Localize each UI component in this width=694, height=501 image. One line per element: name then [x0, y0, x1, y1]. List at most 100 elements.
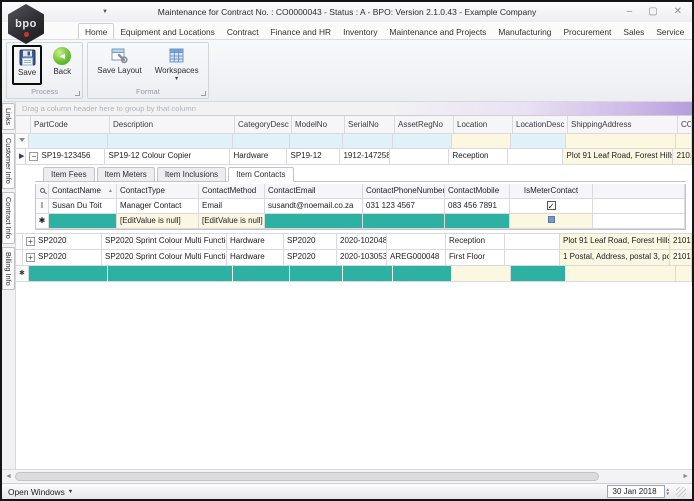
dialog-launcher-icon[interactable] — [75, 91, 80, 96]
column-header-contactname[interactable]: ContactName▲ — [49, 184, 117, 199]
ribbon-tab-reporting[interactable]: Reporting — [690, 24, 694, 39]
tab-item-contacts[interactable]: Item Contacts — [228, 167, 293, 182]
close-button[interactable]: ✕ — [674, 7, 682, 17]
ribbon-tab-manufacturing[interactable]: Manufacturing — [492, 24, 557, 39]
new-cell-partcode[interactable] — [29, 266, 108, 282]
column-header-location[interactable]: Location — [454, 116, 513, 134]
new-cell-location[interactable] — [452, 266, 511, 282]
filter-cell-modelno[interactable] — [290, 134, 343, 149]
filter-cell-categorydesc[interactable] — [233, 134, 290, 149]
tab-item-fees[interactable]: Item Fees — [43, 167, 95, 182]
new-cell-contacttype[interactable]: [EditValue is null] — [117, 214, 199, 229]
ribbon-tab-sales[interactable]: Sales — [617, 24, 650, 39]
sidebar-tab-links[interactable]: Links — [2, 103, 15, 130]
new-cell-categorydesc[interactable] — [233, 266, 290, 282]
scrollbar-track[interactable] — [15, 472, 679, 481]
group-by-panel[interactable]: Drag a column header here to group by th… — [16, 102, 692, 116]
table-row[interactable]: ▶ −SP19-123456 SP19-12 Colour Copier Har… — [16, 149, 692, 165]
new-cell-description[interactable] — [108, 266, 233, 282]
contact-row[interactable]: I Susan Du Toit Manager Contact Email su… — [36, 199, 685, 214]
new-cell-shippingaddress[interactable] — [566, 266, 676, 282]
cell-modelno: SP19-12 — [287, 149, 340, 165]
column-header-partcode[interactable]: PartCode — [31, 116, 110, 134]
subgrid-search-icon[interactable] — [36, 184, 49, 199]
header-indicator-cell — [16, 116, 31, 134]
column-header-contactemail[interactable]: ContactEmail — [265, 184, 363, 199]
filter-cell-location[interactable] — [452, 134, 511, 149]
ribbon-tab-maintenance-and-projects[interactable]: Maintenance and Projects — [384, 24, 493, 39]
save-button[interactable]: Save — [12, 45, 42, 85]
date-spinner[interactable]: ▲▼ — [666, 488, 670, 496]
new-cell-contactphonenumber[interactable] — [363, 214, 445, 229]
open-windows-dropdown-icon[interactable]: ▼ — [68, 489, 73, 495]
resize-grip[interactable] — [676, 487, 686, 497]
column-header-categorydesc[interactable]: CategoryDesc — [235, 116, 292, 134]
new-cell-contactname[interactable] — [49, 214, 117, 229]
expand-detail-icon[interactable]: + — [26, 253, 35, 262]
filter-cell-cosa[interactable] — [676, 134, 692, 149]
maximize-button[interactable]: ▢ — [648, 7, 657, 17]
column-header-contactmobile[interactable]: ContactMobile — [445, 184, 510, 199]
ribbon-tab-procurement[interactable]: Procurement — [557, 24, 617, 39]
filter-cell-partcode[interactable] — [29, 134, 108, 149]
column-header-contacttype[interactable]: ContactType — [117, 184, 199, 199]
workspaces-button[interactable]: Workspaces ▼ — [151, 45, 203, 85]
ismetercontact-checkbox[interactable]: ✓ — [510, 199, 593, 214]
save-layout-button[interactable]: Save Layout — [93, 45, 145, 85]
filter-cell-serialno[interactable] — [343, 134, 393, 149]
ribbon-tab-contract[interactable]: Contract — [221, 24, 265, 39]
cell-description: SP19-12 Colour Copier — [105, 149, 230, 165]
new-cell-contactmobile[interactable] — [445, 214, 510, 229]
new-cell-contactmethod[interactable]: [EditValue is null] — [199, 214, 265, 229]
scroll-right-icon[interactable]: ► — [682, 473, 689, 480]
ribbon-tab-equipment-and-locations[interactable]: Equipment and Locations — [114, 24, 221, 39]
ribbon-tab-home[interactable]: Home — [78, 23, 114, 39]
sidebar-tab-contract-info[interactable]: Contract Info — [2, 192, 15, 244]
column-header-assetregno[interactable]: AssetRegNo — [395, 116, 454, 134]
column-header-description[interactable]: Description — [110, 116, 235, 134]
new-cell-locationdesc[interactable] — [511, 266, 566, 282]
tab-item-inclusions[interactable]: Item Inclusions — [157, 167, 226, 182]
table-row[interactable]: +SP2020 SP2020 Sprint Colour Multi Funct… — [16, 250, 692, 266]
filter-cell-locationdesc[interactable] — [511, 134, 566, 149]
column-header-contactphonenumber[interactable]: ContactPhoneNumber — [363, 184, 445, 199]
collapse-detail-icon[interactable]: − — [29, 152, 38, 161]
tab-item-meters[interactable]: Item Meters — [97, 167, 155, 182]
horizontal-scrollbar-thumb[interactable] — [15, 472, 599, 481]
column-header-locationdesc[interactable]: LocationDesc — [513, 116, 568, 134]
date-field[interactable]: 30 Jan 2018 — [607, 485, 665, 498]
subgrid-header-row: ContactName▲ ContactType ContactMethod C… — [36, 184, 685, 199]
ribbon-tab-service[interactable]: Service — [650, 24, 690, 39]
filter-cell-assetregno[interactable] — [393, 134, 452, 149]
sidebar-tab-customer-info[interactable]: Customer Info — [2, 133, 15, 189]
dialog-launcher-icon[interactable] — [201, 91, 206, 96]
cell-assetregno — [387, 234, 446, 250]
expand-detail-icon[interactable]: + — [26, 237, 35, 246]
column-header-shippingaddress[interactable]: ShippingAddress — [568, 116, 678, 134]
open-windows-menu[interactable]: Open Windows — [8, 487, 65, 497]
back-button[interactable]: ◄ Back — [47, 45, 77, 85]
new-cell-assetregno[interactable] — [393, 266, 452, 282]
filter-cell-description[interactable] — [108, 134, 233, 149]
table-row[interactable]: +SP2020 SP2020 Sprint Colour Multi Funct… — [16, 234, 692, 250]
horizontal-scrollbar[interactable]: ◄ ► — [2, 469, 692, 483]
new-cell-contactemail[interactable] — [265, 214, 363, 229]
ribbon-tab-inventory[interactable]: Inventory — [337, 24, 383, 39]
ribbon-group-process: Save ◄ Back Process — [6, 42, 83, 99]
new-contact-row[interactable]: ✱ [EditValue is null] [EditValue is null… — [36, 214, 685, 229]
sidebar-tab-billing-info[interactable]: Billing Info — [2, 247, 15, 291]
column-header-cosa[interactable]: COSA — [678, 116, 692, 134]
new-equipment-row[interactable]: ✱ — [16, 266, 692, 282]
column-header-modelno[interactable]: ModelNo — [292, 116, 345, 134]
filter-cell-shippingaddress[interactable] — [566, 134, 676, 149]
minimize-button[interactable]: – — [627, 7, 633, 17]
new-ismetercontact-checkbox[interactable] — [510, 214, 593, 229]
scroll-left-icon[interactable]: ◄ — [5, 473, 12, 480]
new-cell-cosa[interactable] — [676, 266, 692, 282]
column-header-ismetercontact[interactable]: IsMeterContact — [510, 184, 593, 199]
new-cell-serialno[interactable] — [343, 266, 393, 282]
new-cell-modelno[interactable] — [290, 266, 343, 282]
ribbon-tab-finance-and-hr[interactable]: Finance and HR — [265, 24, 338, 39]
column-header-serialno[interactable]: SerialNo — [345, 116, 395, 134]
column-header-contactmethod[interactable]: ContactMethod — [199, 184, 265, 199]
